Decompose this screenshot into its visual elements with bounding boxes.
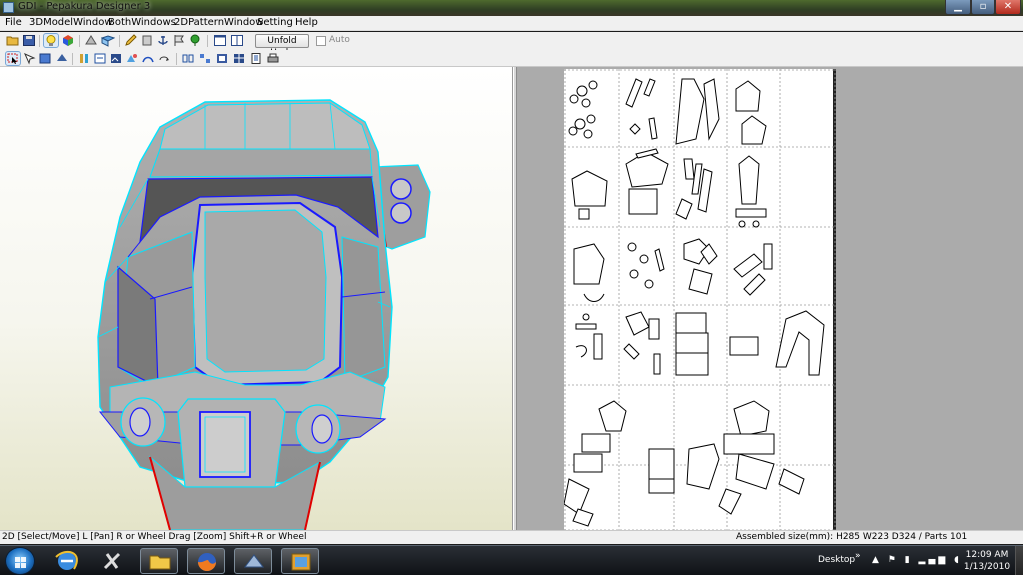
- rotate-tool-icon[interactable]: [55, 52, 69, 65]
- minimize-button[interactable]: ▁: [945, 0, 971, 15]
- taskbar: Desktop » ▲ ⚑ ▮ ▂▄▆ ◖ 12:09 AM 1/13/2010: [0, 545, 1023, 575]
- window-split-icon[interactable]: [230, 34, 244, 47]
- map-pin-icon[interactable]: [188, 34, 202, 47]
- pencil-icon[interactable]: [124, 34, 138, 47]
- clock-time: 12:09 AM: [965, 550, 1009, 560]
- tools-icon[interactable]: [93, 548, 131, 574]
- maximize-button[interactable]: ▫: [971, 0, 995, 15]
- helmet-3d-model: [97, 99, 431, 530]
- app-icon[interactable]: [234, 548, 272, 574]
- layout-tool-icon[interactable]: [232, 52, 246, 65]
- file-explorer-icon[interactable]: [140, 548, 178, 574]
- print-icon[interactable]: [266, 52, 280, 65]
- flag-icon[interactable]: [172, 34, 186, 47]
- edit-toolbar: [0, 50, 1023, 67]
- shape-icon[interactable]: [84, 34, 98, 47]
- align-tool-icon[interactable]: [181, 52, 195, 65]
- menu-bar: File 3DModelWindow BothWindows 2DPattern…: [0, 16, 1023, 31]
- pepakura-icon[interactable]: [281, 548, 319, 574]
- menu-help[interactable]: Help: [295, 17, 318, 28]
- texture-tool-icon[interactable]: [125, 52, 139, 65]
- clock-date: 1/13/2010: [963, 562, 1011, 572]
- edit-tool-icon[interactable]: [140, 34, 154, 47]
- firefox-icon[interactable]: [187, 548, 225, 574]
- save-icon[interactable]: [22, 34, 36, 47]
- status-bar: 2D [Select/Move] L [Pan] R or Wheel Drag…: [0, 530, 1023, 544]
- unfold-icon[interactable]: [101, 34, 115, 47]
- windows-start-icon[interactable]: [5, 547, 35, 575]
- edge-tool-icon[interactable]: [93, 52, 107, 65]
- move-tool-icon[interactable]: [22, 52, 36, 65]
- status-hint: 2D [Select/Move] L [Pan] R or Wheel Drag…: [2, 532, 307, 542]
- menu-3dmodelwindow[interactable]: 3DModelWindow: [29, 17, 113, 28]
- show-desktop-button[interactable]: [1015, 546, 1023, 575]
- page-setup-icon[interactable]: [249, 52, 263, 65]
- status-assembled-size: Assembled size(mm): H285 W223 D324 / Par…: [736, 532, 968, 542]
- menu-bothwindows[interactable]: BothWindows: [108, 17, 176, 28]
- join-edge-icon[interactable]: [38, 52, 52, 65]
- link-tool-icon[interactable]: [157, 52, 171, 65]
- close-button[interactable]: ✕: [995, 0, 1021, 15]
- 3d-model-view[interactable]: [0, 67, 513, 530]
- window-title: GDI - Pepakura Designer 3: [18, 1, 151, 12]
- pattern-parts-layout: [563, 69, 836, 530]
- internet-explorer-icon[interactable]: [48, 548, 86, 574]
- menu-setting[interactable]: Setting: [257, 17, 293, 28]
- desktop-toolbar-label[interactable]: Desktop: [818, 555, 855, 565]
- title-bar: GDI - Pepakura Designer 3 ▁ ▫ ✕: [0, 0, 1023, 16]
- 2d-pattern-view[interactable]: [517, 67, 1023, 530]
- toolbar-expand-icon[interactable]: »: [855, 551, 861, 561]
- anchor-icon[interactable]: [156, 34, 170, 47]
- menu-file[interactable]: File: [5, 17, 22, 28]
- auto-label: Auto: [329, 35, 350, 45]
- lightbulb-icon[interactable]: [43, 33, 59, 48]
- parts-tool-icon[interactable]: [215, 52, 229, 65]
- main-toolbar: Unfold Undo Auto: [0, 32, 1023, 58]
- color-cube-icon[interactable]: [61, 34, 75, 47]
- pattern-sheet: [563, 69, 836, 530]
- window-single-icon[interactable]: [213, 34, 227, 47]
- unfold-undo-button[interactable]: Unfold Undo: [255, 34, 309, 58]
- flap-tool-icon[interactable]: [77, 52, 91, 65]
- system-tray-icons[interactable]: ▲ ⚑ ▮ ▂▄▆ ◖: [872, 555, 962, 565]
- open-icon[interactable]: [6, 34, 20, 47]
- arrange-tool-icon[interactable]: [198, 52, 212, 65]
- image-tool-icon[interactable]: [109, 52, 123, 65]
- select-tool-icon[interactable]: [5, 51, 21, 66]
- fold-tool-icon[interactable]: [141, 52, 155, 65]
- menu-2dpatternwindow[interactable]: 2DPatternWindow: [174, 17, 263, 28]
- app-icon: [3, 2, 14, 13]
- system-clock[interactable]: 12:09 AM 1/13/2010: [962, 549, 1012, 573]
- auto-checkbox[interactable]: [316, 36, 326, 46]
